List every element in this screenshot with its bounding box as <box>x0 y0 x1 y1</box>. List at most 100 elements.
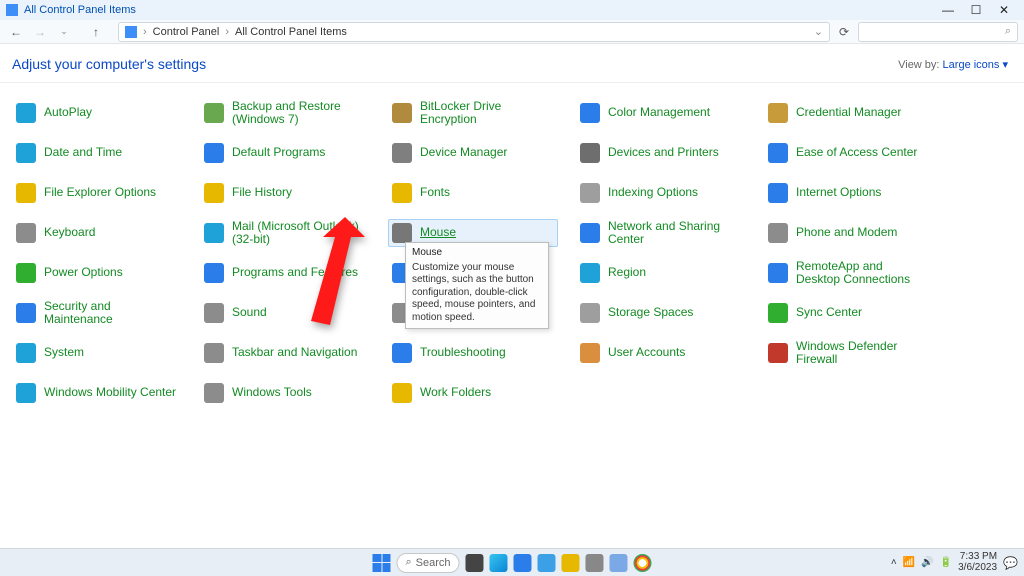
control-panel-item[interactable]: Ease of Access Center <box>764 139 934 167</box>
item-icon <box>768 143 788 163</box>
control-panel-item[interactable]: Credential Manager <box>764 99 934 127</box>
control-panel-item[interactable]: Region <box>576 259 746 287</box>
control-panel-taskbar-icon[interactable] <box>514 554 532 572</box>
item-icon <box>580 223 600 243</box>
control-panel-item[interactable]: File Explorer Options <box>12 179 182 207</box>
control-panel-item[interactable]: Phone and Modem <box>764 219 934 247</box>
tooltip-body: Customize your mouse settings, such as t… <box>412 262 542 325</box>
item-icon <box>768 303 788 323</box>
item-icon <box>580 343 600 363</box>
chrome-icon[interactable] <box>634 554 652 572</box>
refresh-button[interactable]: ⟳ <box>834 25 854 39</box>
notifications-icon[interactable]: 💬 <box>1003 556 1018 570</box>
clock-time: 7:33 PM <box>958 552 997 563</box>
control-panel-item[interactable]: Internet Options <box>764 179 934 207</box>
control-panel-item[interactable]: BitLocker Drive Encryption <box>388 99 558 127</box>
control-panel-item[interactable]: Mail (Microsoft Outlook) (32-bit) <box>200 219 370 247</box>
item-icon <box>16 303 36 323</box>
item-label: Device Manager <box>420 146 507 159</box>
forward-button[interactable]: → <box>30 22 50 42</box>
control-panel-item[interactable]: Windows Mobility Center <box>12 379 182 407</box>
item-icon <box>16 103 36 123</box>
tray-expand-icon[interactable]: ˄ <box>891 557 897 568</box>
item-icon <box>204 183 224 203</box>
back-button[interactable]: ← <box>6 22 26 42</box>
item-label: Indexing Options <box>608 186 698 199</box>
explorer-icon[interactable] <box>562 554 580 572</box>
search-icon: ⌕ <box>405 556 411 569</box>
item-icon <box>768 343 788 363</box>
address-dropdown-icon[interactable]: ⌄ <box>814 25 823 38</box>
control-panel-item[interactable]: User Accounts <box>576 339 746 367</box>
calendar-icon[interactable] <box>610 554 628 572</box>
item-icon <box>392 143 412 163</box>
start-button[interactable] <box>372 554 390 572</box>
maximize-button[interactable]: ☐ <box>962 3 990 17</box>
item-icon <box>580 143 600 163</box>
item-icon <box>580 263 600 283</box>
control-panel-item[interactable]: Windows Tools <box>200 379 370 407</box>
control-panel-item[interactable]: Date and Time <box>12 139 182 167</box>
viewby-select[interactable]: Large icons ▾ <box>943 59 1008 71</box>
control-panel-item[interactable]: RemoteApp and Desktop Connections <box>764 259 934 287</box>
item-label: Credential Manager <box>796 106 901 119</box>
control-panel-item[interactable]: Default Programs <box>200 139 370 167</box>
control-panel-item[interactable]: Programs and Features <box>200 259 370 287</box>
item-label: Fonts <box>420 186 450 199</box>
control-panel-item[interactable]: Taskbar and Navigation <box>200 339 370 367</box>
control-panel-item[interactable]: Storage Spaces <box>576 299 746 327</box>
control-panel-item[interactable]: Keyboard <box>12 219 182 247</box>
taskview-icon[interactable] <box>466 554 484 572</box>
volume-icon[interactable]: 🔊 <box>921 557 933 568</box>
control-panel-item[interactable]: Windows Defender Firewall <box>764 339 934 367</box>
address-bar[interactable]: › Control Panel › All Control Panel Item… <box>118 22 830 42</box>
minimize-button[interactable]: — <box>934 3 962 17</box>
search-input[interactable]: ⌕ <box>858 22 1018 42</box>
control-panel-item[interactable]: Security and Maintenance <box>12 299 182 327</box>
control-panel-item[interactable]: Troubleshooting <box>388 339 558 367</box>
up-button[interactable]: ↑ <box>86 22 106 42</box>
control-panel-item[interactable]: Devices and Printers <box>576 139 746 167</box>
store-icon[interactable] <box>586 554 604 572</box>
item-label: Sync Center <box>796 306 862 319</box>
breadcrumb-2[interactable]: All Control Panel Items <box>235 26 347 38</box>
clock[interactable]: 7:33 PM 3/6/2023 <box>958 552 997 573</box>
control-panel-item[interactable]: Sync Center <box>764 299 934 327</box>
control-panel-item[interactable]: Device Manager <box>388 139 558 167</box>
taskbar-search-label: Search <box>416 557 451 569</box>
item-icon <box>16 223 36 243</box>
control-panel-item[interactable]: AutoPlay <box>12 99 182 127</box>
battery-icon[interactable]: 🔋 <box>940 557 952 568</box>
item-icon <box>204 383 224 403</box>
control-panel-item[interactable]: Power Options <box>12 259 182 287</box>
control-panel-item[interactable]: Color Management <box>576 99 746 127</box>
item-icon <box>580 183 600 203</box>
control-panel-item[interactable]: Network and Sharing Center <box>576 219 746 247</box>
item-icon <box>204 103 224 123</box>
breadcrumb-1[interactable]: Control Panel <box>153 26 220 38</box>
item-label: Mail (Microsoft Outlook) (32-bit) <box>232 220 366 246</box>
control-panel-item[interactable]: Indexing Options <box>576 179 746 207</box>
window-title: All Control Panel Items <box>24 4 136 16</box>
word-icon[interactable] <box>538 554 556 572</box>
item-icon <box>580 103 600 123</box>
control-panel-item[interactable]: Work Folders <box>388 379 558 407</box>
item-label: Power Options <box>44 266 123 279</box>
control-panel-item[interactable]: Fonts <box>388 179 558 207</box>
item-label: Internet Options <box>796 186 881 199</box>
control-panel-item[interactable]: Sound <box>200 299 370 327</box>
chevron-right-icon: › <box>143 26 147 38</box>
item-label: BitLocker Drive Encryption <box>420 100 554 126</box>
recent-dropdown[interactable]: ⌄ <box>54 22 74 42</box>
control-panel-item[interactable]: System <box>12 339 182 367</box>
wifi-icon[interactable]: 📶 <box>903 557 915 568</box>
close-button[interactable]: ✕ <box>990 3 1018 17</box>
viewby-label: View by: <box>898 59 939 71</box>
item-label: Date and Time <box>44 146 122 159</box>
control-panel-item[interactable]: File History <box>200 179 370 207</box>
control-panel-item[interactable]: Backup and Restore (Windows 7) <box>200 99 370 127</box>
taskbar-search[interactable]: ⌕ Search <box>396 553 459 573</box>
control-panel-icon <box>125 26 137 38</box>
item-label: Color Management <box>608 106 710 119</box>
edge-icon[interactable] <box>490 554 508 572</box>
